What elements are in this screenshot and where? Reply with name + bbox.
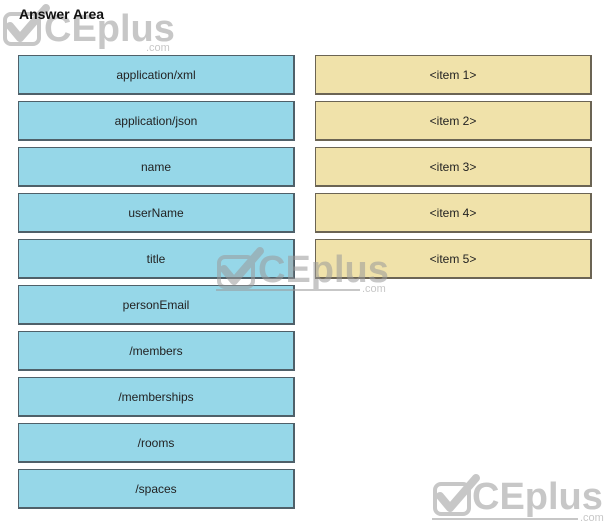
watermark-suffix: .com bbox=[362, 283, 386, 295]
source-item[interactable]: application/xml bbox=[18, 55, 295, 95]
source-item-label: /spaces bbox=[135, 481, 177, 496]
source-item[interactable]: /rooms bbox=[18, 423, 295, 463]
source-item-label: personEmail bbox=[122, 297, 190, 312]
target-slot[interactable]: <item 1> bbox=[315, 55, 592, 95]
target-slot-label: <item 1> bbox=[429, 67, 477, 82]
target-slot-label: <item 2> bbox=[429, 113, 477, 128]
source-item-label: application/json bbox=[114, 113, 198, 128]
source-item[interactable]: name bbox=[18, 147, 295, 187]
target-slot[interactable]: <item 2> bbox=[315, 101, 592, 141]
target-slots-column: <item 1> <item 2> <item 3> <item 4> <ite… bbox=[315, 55, 592, 279]
source-item-label: title bbox=[146, 251, 166, 266]
answer-area-title: Answer Area bbox=[19, 6, 105, 22]
source-item-label: /memberships bbox=[118, 389, 194, 404]
watermark-suffix: .com bbox=[580, 512, 604, 524]
target-slot[interactable]: <item 5> bbox=[315, 239, 592, 279]
source-item[interactable]: /memberships bbox=[18, 377, 295, 417]
source-items-column: application/xml application/json name us… bbox=[18, 55, 295, 509]
target-slot-label: <item 3> bbox=[429, 159, 477, 174]
watermark-brand: CEplus bbox=[472, 476, 603, 518]
source-item[interactable]: application/json bbox=[18, 101, 295, 141]
source-item[interactable]: /spaces bbox=[18, 469, 295, 509]
source-item-label: userName bbox=[128, 205, 184, 220]
target-slot[interactable]: <item 3> bbox=[315, 147, 592, 187]
target-slot-label: <item 5> bbox=[429, 251, 477, 266]
source-item-label: application/xml bbox=[116, 67, 196, 82]
checkmark-icon bbox=[433, 474, 480, 516]
watermark: CEplus .com bbox=[430, 472, 615, 528]
source-item-label: /members bbox=[129, 343, 183, 358]
source-item[interactable]: title bbox=[18, 239, 295, 279]
target-slot-label: <item 4> bbox=[429, 205, 477, 220]
source-item-label: name bbox=[140, 159, 172, 174]
source-item[interactable]: personEmail bbox=[18, 285, 295, 325]
source-item-label: /rooms bbox=[137, 435, 175, 450]
source-item[interactable]: userName bbox=[18, 193, 295, 233]
watermark-suffix: .com bbox=[146, 42, 170, 54]
target-slot[interactable]: <item 4> bbox=[315, 193, 592, 233]
source-item[interactable]: /members bbox=[18, 331, 295, 371]
